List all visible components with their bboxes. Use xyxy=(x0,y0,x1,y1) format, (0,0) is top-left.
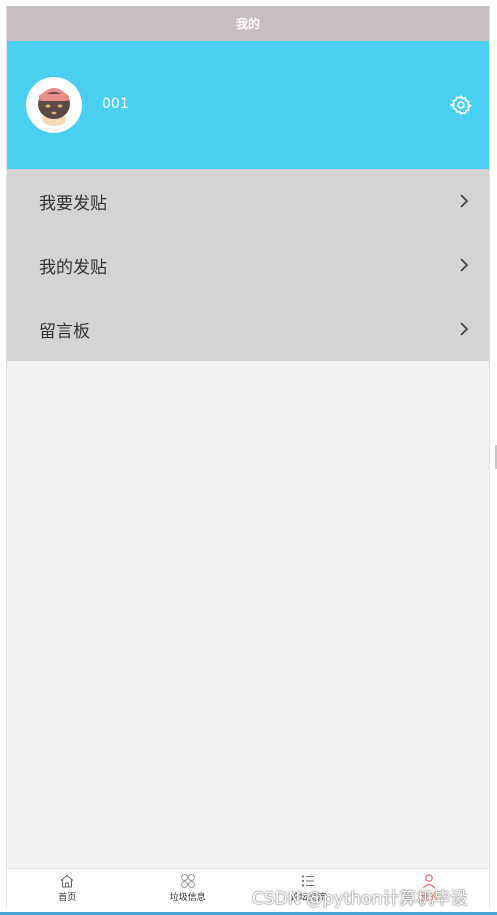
tab-home[interactable]: 首页 xyxy=(7,869,128,909)
grid-icon xyxy=(180,874,195,888)
menu-item-message-board[interactable]: 留言板 xyxy=(7,297,489,361)
menu-item-label: 我要发贴 xyxy=(39,193,107,214)
avatar-icon xyxy=(27,78,81,132)
chevron-right-icon xyxy=(460,258,469,272)
menu-item-label: 我的发贴 xyxy=(39,257,107,278)
menu-item-my-posts[interactable]: 我的发贴 xyxy=(7,233,489,297)
menu-list: 我要发贴 我的发贴 留言板 xyxy=(7,169,489,361)
tab-label: 垃圾信息 xyxy=(169,893,206,903)
menu-item-label: 留言板 xyxy=(39,321,90,342)
watermark: CSDN @python计算机毕设 xyxy=(252,889,468,909)
tab-garbage-info[interactable]: 垃圾信息 xyxy=(128,869,249,909)
app-frame: 我的 001 我要发贴 我的发贴 留言板 首页 垃圾信息 论坛交流 我的 xyxy=(6,6,490,909)
chevron-right-icon xyxy=(460,322,469,336)
chevron-right-icon xyxy=(460,194,469,208)
profile-header: 001 xyxy=(7,41,489,169)
home-icon xyxy=(60,874,74,888)
avatar[interactable] xyxy=(26,77,82,133)
menu-item-create-post[interactable]: 我要发贴 xyxy=(7,169,489,233)
tab-label: 首页 xyxy=(58,893,77,903)
page-title-text: 我的 xyxy=(235,17,260,31)
gear-icon[interactable] xyxy=(449,94,473,116)
page-title: 我的 xyxy=(7,6,489,41)
username: 001 xyxy=(102,96,129,112)
